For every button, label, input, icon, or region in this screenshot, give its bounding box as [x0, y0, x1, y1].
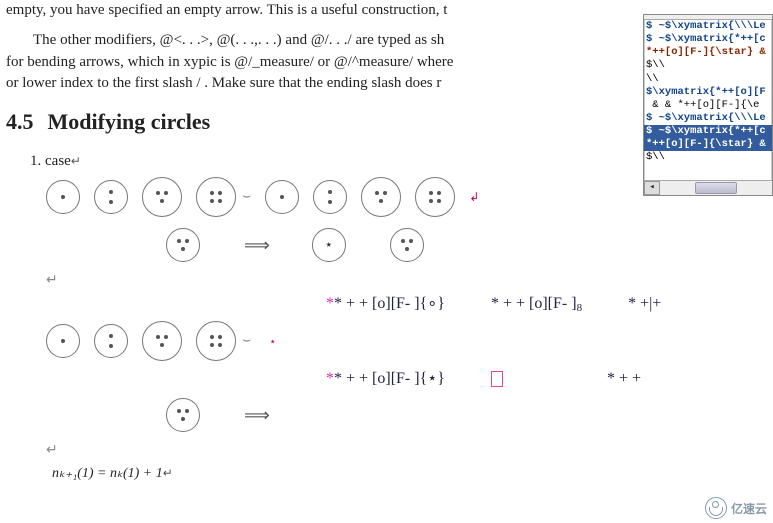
formula-a3: * +|+ [628, 295, 661, 313]
math-recurrence: nₖ₊₁(1) = nₖ(1) + 1↵ [52, 465, 767, 482]
circle-four-dots [196, 177, 236, 217]
section-number: 4.5 [6, 109, 34, 135]
circle-star: ⋆ [312, 228, 346, 262]
code-line: *++[o][F-]{\star} & [644, 46, 772, 59]
formula-row-a: ** + + [o][F- ]{∘} * + + [o][F- ]8 * +|+ [326, 293, 767, 314]
scroll-track[interactable] [660, 182, 772, 194]
cloud-icon [705, 497, 727, 519]
scroll-left-button[interactable]: ◂ [644, 181, 660, 195]
code-line: $\\ [644, 59, 772, 72]
formula-b1-body: * + + [o][F- ]{⋆} [334, 370, 445, 387]
code-line: $ ~$\xymatrix{\\\Le [644, 20, 772, 33]
code-line: $ ~$\xymatrix{*++[c [644, 33, 772, 46]
formula-a2-sub: 8 [577, 302, 583, 314]
formula-b2: * + + [607, 370, 641, 388]
formula-box [491, 370, 503, 388]
horizontal-scrollbar[interactable]: ◂ [644, 180, 772, 195]
pink-mark: ⋆ [269, 335, 276, 348]
circle-three-mini-c [166, 398, 200, 432]
smile-icon-b: ⌣ [242, 333, 251, 349]
section-title: Modifying circles [48, 109, 211, 134]
circle-single-dot-c [46, 324, 80, 358]
formula-b1-star: * [326, 370, 334, 387]
circle-single-dot-b [265, 180, 299, 214]
formula-a1-star: * [326, 295, 334, 312]
enum-number: 1. [30, 153, 41, 169]
scroll-thumb[interactable] [695, 182, 737, 194]
circle-three-mini [166, 228, 200, 262]
code-panel: $ ~$\xymatrix{\\\Le $ ~$\xymatrix{*++[c … [643, 14, 773, 196]
code-line: $\xymatrix{*++[o][F [644, 86, 772, 99]
double-arrow-icon: ⟹ [244, 235, 268, 256]
code-line: $\\ [644, 151, 772, 164]
enum-label: case [45, 153, 71, 169]
code-line: & & *++[o][F-]{\e [644, 99, 772, 112]
circle-three-dots-b [361, 177, 401, 217]
formula-a2: * + + [o][F- ]8 [491, 295, 582, 314]
watermark-logo: 亿速云 [705, 497, 767, 519]
formula-a1-body: * + + [o][F- ]{∘} [334, 295, 445, 312]
circle-single-dot [46, 180, 80, 214]
double-arrow-icon-b: ⟹ [244, 405, 268, 426]
return-mark-left: ↵ [46, 272, 767, 289]
return-mark-left-2: ↵ [46, 442, 767, 459]
glyph-row-3: ⌣ ⋆ [46, 320, 767, 362]
circle-four-dots-c [196, 321, 236, 361]
code-line: \\ [644, 73, 772, 86]
circle-three-mini-b [390, 228, 424, 262]
circle-two-dots-vert [94, 180, 128, 214]
smile-icon: ⌣ [242, 189, 251, 205]
para-line-3: or lower index to the first slash / . Ma… [6, 75, 441, 91]
code-line: $ ~$\xymatrix{\\\Le [644, 112, 772, 125]
circle-three-dots-c [142, 321, 182, 361]
code-line-selected[interactable]: $ ~$\xymatrix{*++[c [644, 125, 772, 138]
glyph-row-2: ⟹ ⋆ [166, 224, 767, 266]
formula-a2-body: * + + [o][F- ] [491, 295, 577, 312]
watermark-text: 亿速云 [731, 500, 767, 517]
return-icon-math: ↵ [163, 466, 173, 480]
code-line-selected[interactable]: *++[o][F-]{\star} & [644, 138, 772, 151]
box-icon [491, 371, 503, 387]
para-line-1: The other modifiers, @<. . .>, @(. . .,.… [33, 32, 444, 48]
formula-row-b: ** + + [o][F- ]{⋆} * + + [326, 368, 767, 388]
math-expr: nₖ₊₁(1) = nₖ(1) + 1 [52, 466, 163, 481]
return-icon: ↵ [71, 154, 81, 168]
glyph-row-4: ⟹ [166, 394, 767, 436]
circle-three-dots [142, 177, 182, 217]
circle-two-dots-vert-b [313, 180, 347, 214]
circle-four-dots-b [415, 177, 455, 217]
circle-two-dots-vert-c [94, 324, 128, 358]
formula-a1: ** + + [o][F- ]{∘} [326, 293, 445, 313]
return-icon-r: ↲ [469, 190, 479, 204]
para-line-2: for bending arrows, which in xypic is @/… [6, 54, 453, 70]
formula-b1: ** + + [o][F- ]{⋆} [326, 368, 445, 388]
